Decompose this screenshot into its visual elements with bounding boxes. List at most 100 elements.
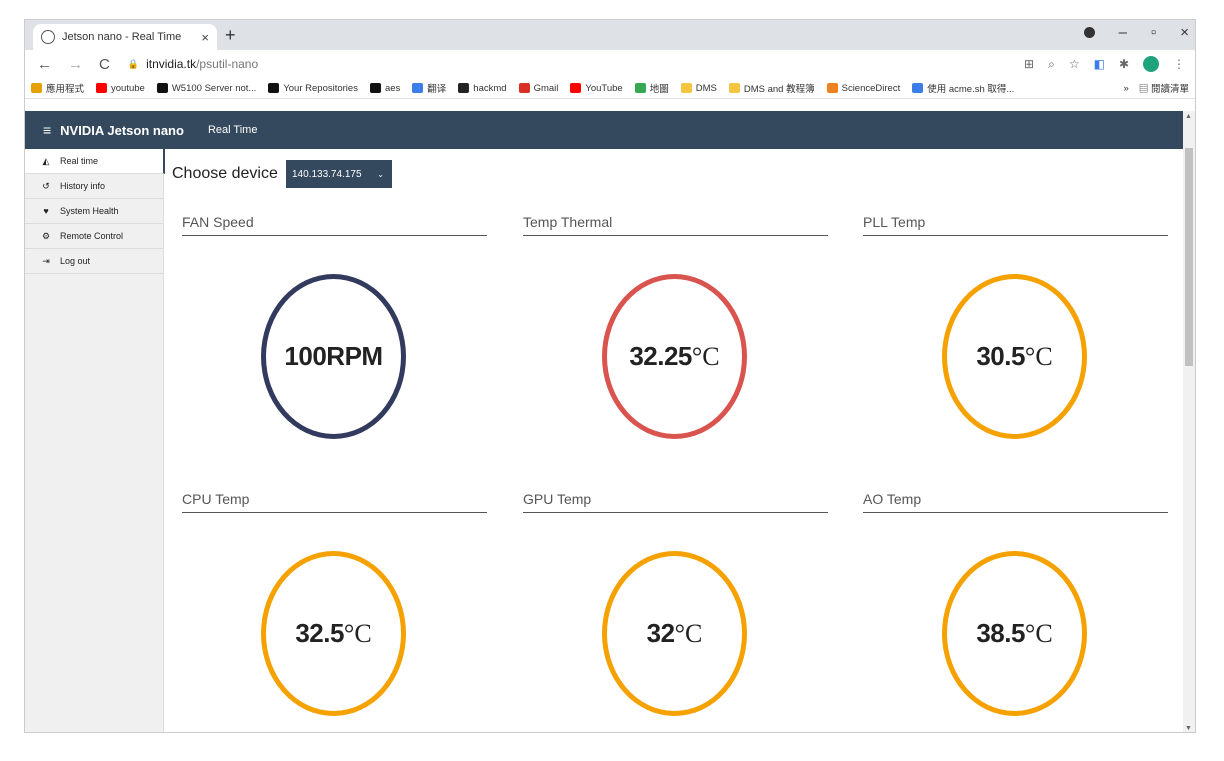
- gauge-card: PLL Temp 30.5 °C: [863, 214, 1168, 439]
- zoom-icon[interactable]: ⌕: [1048, 57, 1055, 72]
- chevron-down-icon: ⌄: [377, 169, 384, 179]
- reading-list-button[interactable]: ▤ 閱讀清單: [1139, 81, 1189, 95]
- bookmark-item[interactable]: Your Repositories: [268, 83, 358, 94]
- bookmark-label: 地圖: [649, 84, 669, 95]
- gauge-value: 32: [646, 618, 675, 648]
- bookmark-item[interactable]: YouTube: [570, 82, 623, 94]
- bookmark-label: hackmd: [473, 82, 507, 94]
- close-window-button[interactable]: ×: [1180, 24, 1189, 41]
- sidebar-item-log-out[interactable]: ⇥ Log out: [25, 249, 163, 274]
- gauge-title: FAN Speed: [182, 214, 487, 236]
- scrollbar[interactable]: ▲ ▼: [1183, 111, 1195, 732]
- page-icon: [912, 83, 924, 93]
- menu-icon[interactable]: ⋮: [1173, 57, 1185, 71]
- bookmark-label: ScienceDirect: [841, 82, 901, 94]
- bookmarks-more-button[interactable]: »: [1124, 83, 1129, 94]
- nav-real-time[interactable]: Real Time: [208, 124, 258, 136]
- bookmark-item[interactable]: youtube: [96, 83, 145, 94]
- heartbeat-icon: ♥: [43, 206, 49, 216]
- bookmark-item[interactable]: DMS and 教程簿: [728, 81, 815, 95]
- url-host: itnvidia.tk: [146, 57, 197, 71]
- bookmark-item[interactable]: aes: [369, 83, 400, 94]
- gears-icon: ⚙: [41, 230, 51, 241]
- gauge-card: AO Temp 38.5 °C: [863, 491, 1168, 716]
- gmail-icon: [518, 83, 530, 93]
- hamburger-icon[interactable]: ≡: [43, 122, 51, 138]
- gauge-ring: 30.5 °C: [942, 274, 1087, 439]
- youtube-icon: [96, 83, 108, 93]
- sidebar-item-system-health[interactable]: ♥ System Health: [25, 199, 163, 224]
- bookmark-item[interactable]: ScienceDirect: [826, 82, 901, 94]
- bookmark-item[interactable]: 使用 acme.sh 取得...: [912, 81, 1014, 95]
- gauge-ring: 32.25 °C: [602, 274, 747, 439]
- device-select[interactable]: 140.133.74.175 ⌄: [286, 160, 392, 188]
- address-bar: ← → C 🔒 itnvidia.tk/psutil-nano ⊞ ⌕ ☆ ◧ …: [25, 50, 1195, 78]
- gauge-unit: °C: [1024, 341, 1053, 371]
- maximize-button[interactable]: ▫: [1151, 24, 1156, 41]
- gauge-card: Temp Thermal 32.25 °C: [523, 214, 828, 439]
- bookmark-label: Gmail: [533, 82, 559, 94]
- gauge-title: CPU Temp: [182, 491, 487, 513]
- star-icon[interactable]: ☆: [1069, 57, 1080, 71]
- profile-avatar[interactable]: [1143, 56, 1159, 72]
- bookmark-item[interactable]: 翻译: [412, 81, 446, 95]
- gauge-card: CPU Temp 32.5 °C: [182, 491, 487, 716]
- bookmark-label: YouTube: [585, 82, 623, 94]
- bookmark-item[interactable]: W5100 Server not...: [156, 82, 257, 94]
- url-path: /psutil-nano: [196, 57, 259, 71]
- bookmark-label: 使用 acme.sh 取得...: [927, 84, 1015, 95]
- maps-icon: [634, 83, 646, 93]
- browser-window: Jetson nano - Real Time × + – ▫ × ← → C …: [24, 19, 1196, 733]
- main-content: Choose device 140.133.74.175 ⌄ FAN Speed…: [165, 149, 1185, 732]
- sidebar-item-real-time[interactable]: ◭ Real time: [25, 149, 165, 174]
- logout-icon: ⇥: [42, 255, 50, 266]
- app-navbar: ≡ NVIDIA Jetson nano Real Time: [25, 111, 1195, 149]
- tab-strip: Jetson nano - Real Time × + – ▫ ×: [25, 20, 1195, 50]
- gauge-card: FAN Speed 100RPM: [182, 214, 487, 439]
- bookmark-item[interactable]: Gmail: [518, 82, 559, 94]
- puzzle-icon[interactable]: ✱: [1119, 57, 1129, 71]
- github-icon: [156, 83, 168, 93]
- history-icon: ↺: [42, 180, 50, 191]
- gauge-value: 100RPM: [284, 341, 383, 371]
- gauge-title: PLL Temp: [863, 214, 1168, 236]
- area-chart-icon: ◭: [42, 155, 50, 166]
- sidebar-item-label: History info: [60, 181, 106, 191]
- youtube-icon: [570, 83, 582, 93]
- sidebar-item-history-info[interactable]: ↺ History info: [25, 174, 163, 199]
- scroll-down-icon[interactable]: ▼: [1185, 725, 1192, 732]
- bookmark-label: W5100 Server not...: [171, 82, 257, 94]
- gauge-value: 32.25: [629, 341, 692, 371]
- record-icon[interactable]: [1083, 27, 1095, 38]
- new-tab-button[interactable]: +: [225, 25, 236, 46]
- url-input[interactable]: 🔒 itnvidia.tk/psutil-nano: [128, 53, 1024, 75]
- bookmark-item[interactable]: 應用程式: [31, 81, 84, 95]
- minimize-button[interactable]: –: [1119, 24, 1127, 41]
- scroll-up-icon[interactable]: ▲: [1185, 113, 1192, 120]
- reload-icon[interactable]: C: [99, 56, 110, 73]
- extension-icon[interactable]: ◧: [1094, 57, 1105, 71]
- folder-icon: [728, 83, 740, 93]
- browser-tab[interactable]: Jetson nano - Real Time ×: [33, 24, 217, 50]
- gauge-value: 32.5: [295, 618, 344, 648]
- github-icon: [369, 83, 381, 93]
- gauge-ring: 38.5 °C: [942, 551, 1087, 716]
- back-icon[interactable]: ←: [37, 56, 52, 73]
- gauge-value: 38.5: [976, 618, 1025, 648]
- forward-icon[interactable]: →: [68, 56, 83, 73]
- bookmark-label: DMS and 教程簿: [743, 84, 815, 95]
- bookmark-item[interactable]: DMS: [680, 83, 717, 94]
- apps-icon: [31, 83, 42, 93]
- translate-icon[interactable]: ⊞: [1024, 57, 1034, 71]
- translate-icon: [412, 83, 424, 93]
- sidebar-item-remote-control[interactable]: ⚙ Remote Control: [25, 224, 163, 249]
- bookmark-item[interactable]: 地圖: [634, 81, 669, 95]
- brand-title[interactable]: NVIDIA Jetson nano: [60, 123, 184, 138]
- lock-icon: 🔒: [127, 58, 140, 69]
- bookmark-item[interactable]: hackmd: [458, 82, 507, 94]
- hackmd-icon: [458, 83, 470, 93]
- scrollbar-thumb[interactable]: [1185, 148, 1193, 366]
- tab-title: Jetson nano - Real Time: [62, 31, 182, 43]
- close-tab-icon[interactable]: ×: [201, 30, 209, 45]
- gauge-unit: °C: [1024, 618, 1053, 648]
